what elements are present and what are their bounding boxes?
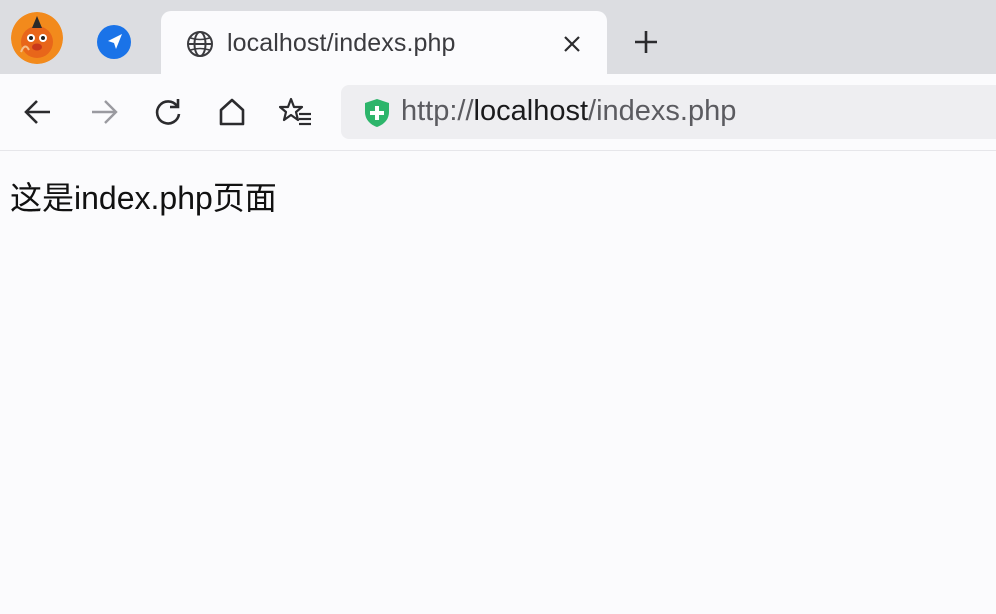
navigation-arrow-icon: [97, 25, 131, 59]
reload-icon: [155, 99, 181, 125]
tab-title: localhost/indexs.php: [227, 29, 456, 57]
url-scheme: http://: [401, 95, 474, 127]
close-icon: [564, 36, 580, 52]
tab-strip: localhost/indexs.php: [0, 0, 996, 74]
shield-plus-icon: [365, 99, 389, 127]
pinned-tab[interactable]: [90, 20, 138, 64]
plus-icon: [635, 31, 657, 53]
url-text[interactable]: http://localhost/indexs.php: [401, 95, 736, 128]
forward-arrow-icon: [92, 100, 118, 124]
address-bar[interactable]: http://localhost/indexs.php: [341, 85, 996, 139]
home-icon: [219, 98, 245, 126]
page-content: 这是index.php页面: [0, 151, 996, 614]
browser-window: localhost/indexs.php http://localhost/in…: [0, 0, 996, 614]
globe-icon: [187, 31, 213, 57]
page-body-text: 这是index.php页面: [10, 180, 277, 216]
url-host: localhost: [473, 95, 589, 127]
favorites-button[interactable]: [276, 92, 316, 132]
reload-button[interactable]: [148, 92, 188, 132]
back-arrow-icon: [24, 100, 50, 124]
back-button[interactable]: [18, 92, 58, 132]
new-tab-button[interactable]: [627, 23, 665, 61]
tab-close-button[interactable]: [559, 31, 585, 57]
toolbar: http://localhost/indexs.php: [0, 74, 996, 151]
fox-avatar-icon: [11, 12, 63, 64]
star-list-icon: [279, 97, 311, 126]
forward-button[interactable]: [84, 92, 124, 132]
profile-avatar[interactable]: [11, 12, 63, 64]
tab-active[interactable]: localhost/indexs.php: [161, 11, 607, 74]
home-button[interactable]: [212, 92, 252, 132]
url-path: /indexs.php: [588, 95, 737, 127]
